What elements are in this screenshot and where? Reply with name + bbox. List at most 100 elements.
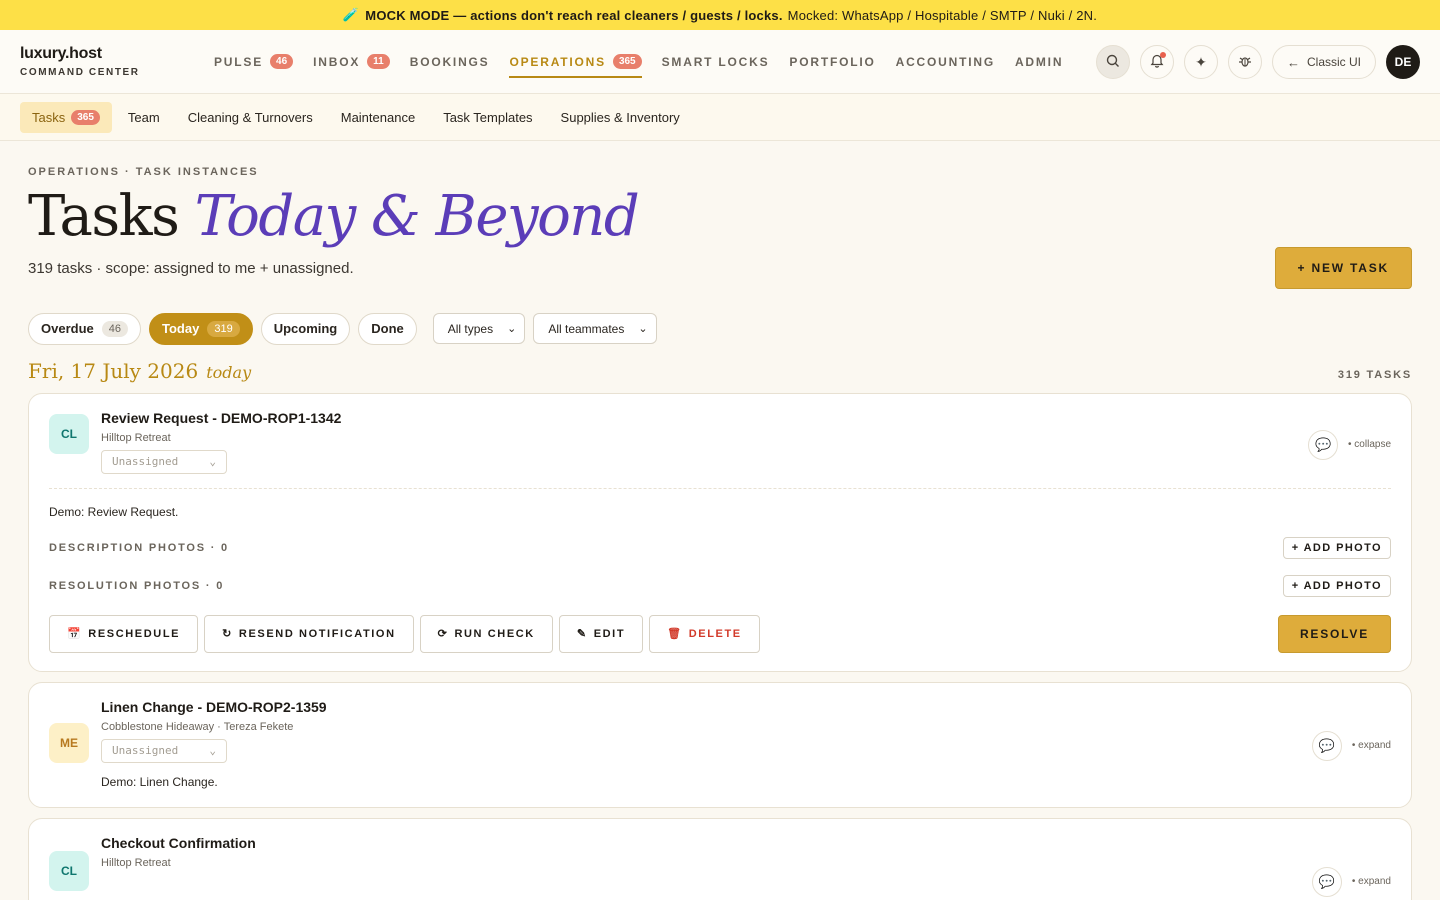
task-property: Hilltop Retreat (101, 431, 171, 444)
task-property: Cobblestone Hideaway · Tereza Fekete (101, 720, 294, 733)
title-plain: Tasks (28, 184, 180, 249)
task-category-avatar: CL (49, 850, 89, 891)
day-task-count: 319 TASKS (1337, 368, 1412, 381)
bug-report-button[interactable] (1227, 45, 1262, 79)
assignee-select[interactable]: Unassigned ⌄ (101, 449, 227, 474)
task-description: Demo: Review Request. (49, 504, 179, 519)
nav-badge: 46 (270, 54, 294, 69)
edit-button[interactable]: ✎ EDIT (558, 614, 644, 653)
notifications-button[interactable] (1139, 45, 1174, 79)
assignee-value: Unassigned (112, 455, 179, 469)
breadcrumb: OPERATIONS · TASK INSTANCES (28, 166, 259, 178)
arrow-left-icon: ← (1286, 54, 1300, 70)
chat-bubble-icon: 💬 (1318, 873, 1335, 889)
task-category-avatar: ME (49, 722, 89, 763)
task-card: CL Checkout Confirmation Hilltop Retreat… (28, 817, 1412, 900)
subnav-supplies[interactable]: Supplies & Inventory (549, 102, 692, 133)
filter-today[interactable]: Today 319 (149, 312, 253, 345)
subnav-team[interactable]: Team (116, 102, 172, 133)
user-avatar[interactable]: DE (1386, 45, 1420, 79)
rerun-icon: ⟳ (437, 628, 449, 641)
page-header: Tasks Today & Beyond 319 tasks · scope: … (28, 178, 1412, 289)
operations-subnav: Tasks 365 Team Cleaning & Turnovers Maint… (0, 94, 1440, 141)
mock-mode-details: Mocked: WhatsApp / Hospitable / SMTP / N… (787, 7, 1098, 23)
nav-inbox[interactable]: INBOX 11 (313, 30, 390, 94)
resolution-photos-row: RESOLUTION PHOTOS · 0 + ADD PHOTO (49, 574, 1391, 597)
delete-label: DELETE (688, 627, 742, 640)
teammate-select[interactable]: All teammates ⌄ (533, 313, 657, 345)
filter-done[interactable]: Done (358, 312, 417, 345)
card-controls: 💬 • collapse (1308, 429, 1391, 460)
pencil-icon: ✎ (576, 628, 588, 641)
chat-button[interactable]: 💬 (1308, 429, 1339, 460)
subnav-maintenance[interactable]: Maintenance (329, 102, 427, 133)
search-button[interactable] (1095, 45, 1130, 79)
chevron-down-icon: ⌄ (507, 323, 517, 336)
expand-toggle[interactable]: • expand (1352, 740, 1391, 751)
resolution-photos-label: RESOLUTION PHOTOS · 0 (49, 579, 225, 592)
subnav-task-templates[interactable]: Task Templates (431, 102, 544, 133)
subnav-label: Task Templates (443, 109, 533, 125)
flask-icon: 🧪 (342, 7, 360, 22)
calendar-icon: 📅 (67, 628, 83, 641)
nav-accounting[interactable]: ACCOUNTING (896, 30, 995, 94)
brand-logo[interactable]: luxury.host COMMAND CENTER (20, 45, 200, 78)
task-title[interactable]: Checkout Confirmation (101, 835, 256, 851)
nav-portfolio[interactable]: PORTFOLIO (789, 30, 875, 94)
nav-operations[interactable]: OPERATIONS 365 (509, 30, 642, 94)
nav-pulse[interactable]: PULSE 46 (214, 30, 294, 94)
assignee-select[interactable]: Unassigned ⌄ (101, 738, 227, 763)
resend-label: RESEND NOTIFICATION (238, 627, 396, 640)
card-divider (49, 487, 1391, 489)
add-resolution-photo-button[interactable]: + ADD PHOTO (1282, 574, 1391, 597)
filter-label: Overdue (41, 321, 94, 337)
run-check-button[interactable]: ⟳ RUN CHECK (419, 614, 553, 653)
nav-label: PORTFOLIO (789, 54, 876, 69)
nav-bookings[interactable]: BOOKINGS (410, 30, 490, 94)
trash-icon: 🗑 (667, 628, 683, 641)
chevron-down-icon: ⌄ (638, 323, 648, 336)
type-select[interactable]: All types ⌄ (432, 313, 526, 345)
task-filters: Overdue 46 Today 319 Upcoming Done All typ… (28, 312, 1412, 345)
subnav-cleaning[interactable]: Cleaning & Turnovers (176, 102, 325, 133)
assignee-value: Unassigned (112, 744, 179, 758)
ai-assistant-button[interactable]: ✦ (1183, 45, 1218, 79)
brand-subtitle: COMMAND CENTER (20, 67, 140, 78)
subnav-label: Maintenance (340, 109, 416, 125)
task-title[interactable]: Review Request - DEMO-ROP1-1342 (101, 410, 341, 426)
expand-toggle[interactable]: • expand (1352, 876, 1391, 887)
subnav-tasks[interactable]: Tasks 365 (20, 101, 112, 133)
top-navbar: luxury.host COMMAND CENTER PULSE 46 INBOX… (0, 30, 1440, 94)
filter-upcoming[interactable]: Upcoming (260, 312, 351, 345)
chat-button[interactable]: 💬 (1311, 730, 1342, 761)
classic-ui-button[interactable]: ← Classic UI (1271, 45, 1376, 79)
day-date: Fri, 17 July 2026 today (28, 359, 251, 383)
collapse-toggle[interactable]: • collapse (1348, 439, 1391, 450)
reschedule-button[interactable]: 📅 RESCHEDULE (49, 614, 199, 653)
nav-admin[interactable]: ADMIN (1015, 30, 1063, 94)
resend-notification-button[interactable]: ↻ RESEND NOTIFICATION (204, 614, 414, 653)
brand-name: luxury.host (20, 45, 102, 62)
top-right-controls: ✦ ← Classic UI DE (1086, 30, 1420, 94)
mock-mode-warning: MOCK MODE — actions don't reach real cle… (365, 7, 783, 23)
add-description-photo-button[interactable]: + ADD PHOTO (1282, 536, 1391, 559)
type-select-value: All types (447, 321, 494, 336)
refresh-icon: ↻ (222, 628, 233, 641)
chat-button[interactable]: 💬 (1311, 866, 1342, 897)
nav-smart-locks[interactable]: SMART LOCKS (662, 30, 770, 94)
classic-ui-label: Classic UI (1306, 55, 1361, 69)
teammate-select-value: All teammates (548, 321, 625, 336)
filter-overdue[interactable]: Overdue 46 (28, 312, 141, 345)
delete-button[interactable]: 🗑 DELETE (649, 614, 760, 653)
nav-label: SMART LOCKS (661, 54, 770, 69)
day-date-text: Fri, 17 July 2026 (28, 358, 199, 383)
new-task-button[interactable]: + NEW TASK (1274, 246, 1412, 289)
page-subtitle: 319 tasks · scope: assigned to me + unas… (28, 259, 354, 277)
nav-label: PULSE (214, 54, 264, 69)
resolve-button[interactable]: RESOLVE (1277, 614, 1391, 653)
task-card: ME Linen Change - DEMO-ROP2-1359 Cobbles… (28, 681, 1412, 808)
subnav-label: Supplies & Inventory (560, 109, 680, 125)
nav-label: OPERATIONS (509, 54, 606, 69)
task-title[interactable]: Linen Change - DEMO-ROP2-1359 (101, 699, 327, 715)
task-actions: 📅 RESCHEDULE ↻ RESEND NOTIFICATION ⟳ RUN CH… (49, 614, 1391, 653)
